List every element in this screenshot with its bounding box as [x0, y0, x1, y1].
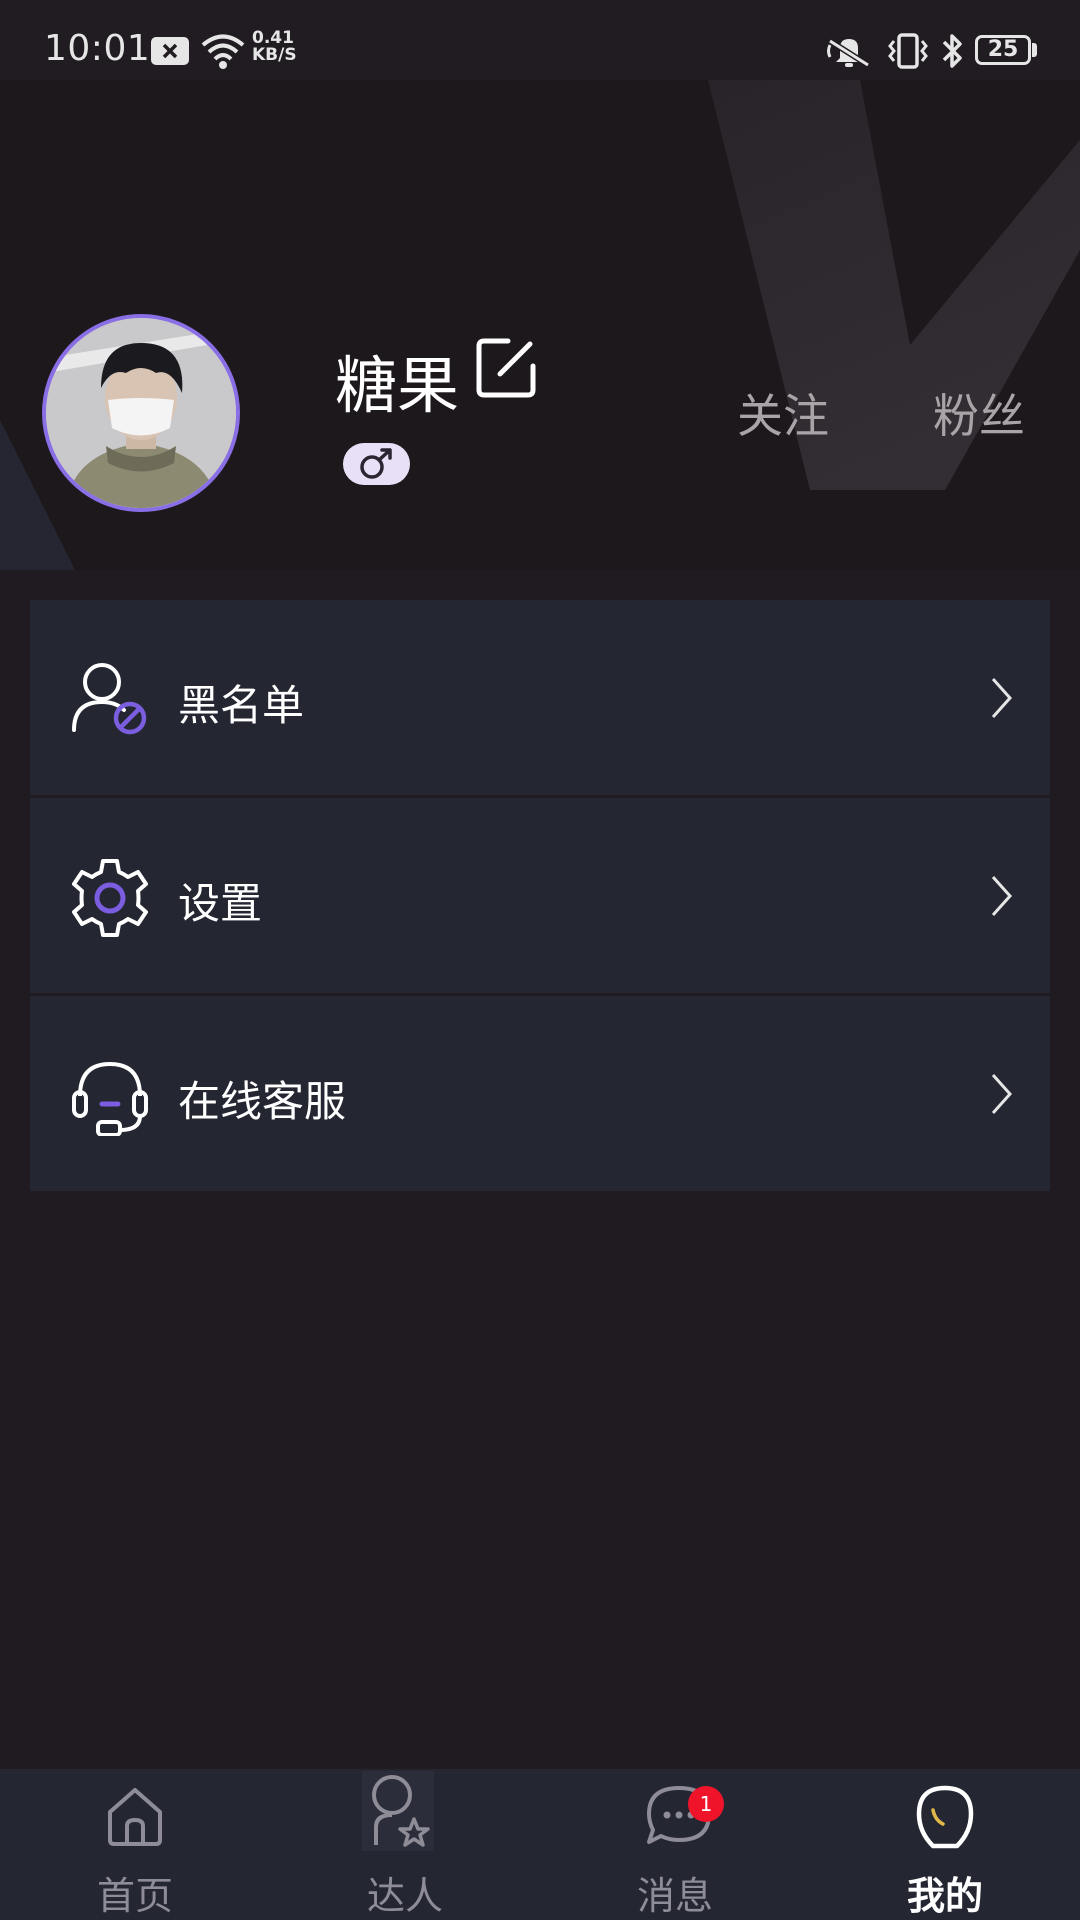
- headset-icon: [72, 1061, 148, 1136]
- nav-item-messages[interactable]: 消息: [540, 1769, 810, 1920]
- menu-item-blacklist[interactable]: 黑名单: [30, 600, 1050, 795]
- menu-item-settings[interactable]: 设置: [30, 798, 1050, 993]
- notification-icon: [151, 37, 189, 65]
- nav-item-home[interactable]: 首页: [0, 1769, 270, 1920]
- fans-button[interactable]: 粉丝: [933, 380, 1025, 446]
- chevron-right-icon: [991, 677, 1013, 719]
- menu-label: 黑名单: [178, 681, 305, 730]
- nav-label: 达人: [366, 1874, 443, 1918]
- gear-icon: [72, 859, 148, 937]
- edit-icon[interactable]: [474, 336, 538, 400]
- avatar[interactable]: [42, 314, 240, 512]
- profile-header: 糖果 关注 粉丝: [0, 80, 1080, 570]
- nav-label: 消息: [636, 1874, 713, 1918]
- male-icon: [360, 448, 392, 479]
- battery-cap: [1032, 43, 1037, 57]
- battery-level: 25: [987, 37, 1019, 62]
- nav-item-me[interactable]: 我的: [810, 1769, 1080, 1920]
- username: 糖果: [335, 349, 460, 422]
- menu-label: 在线客服: [178, 1077, 347, 1126]
- nav-label: 我的: [906, 1874, 983, 1918]
- status-bar: 10:01 0.41 KB/S 25: [0, 0, 1080, 80]
- chevron-right-icon: [991, 875, 1013, 917]
- bottom-nav: 首页 达人 消息 我的: [0, 1769, 1080, 1920]
- chevron-right-icon: [991, 1073, 1013, 1115]
- network-speed-unit: KB/S: [252, 45, 297, 65]
- menu-item-customer-service[interactable]: 在线客服: [30, 996, 1050, 1191]
- message-badge: 1: [688, 1786, 724, 1822]
- avatar-photo: [46, 318, 236, 508]
- profile-screen: 10:01 0.41 KB/S 25 糖果 关注 粉丝 黑名单 设置 在线客服 …: [0, 0, 1080, 1920]
- network-speed: 0.41 KB/S: [252, 30, 297, 64]
- menu-label: 设置: [178, 879, 263, 928]
- follow-button[interactable]: 关注: [737, 380, 829, 446]
- nav-label: 首页: [96, 1874, 173, 1918]
- mute-bell-icon: [827, 38, 870, 68]
- gender-badge: [343, 443, 410, 485]
- home-icon: [108, 1788, 162, 1846]
- user-star-icon: [362, 1771, 434, 1851]
- status-time: 10:01: [44, 28, 151, 69]
- vibrate-icon: [888, 33, 928, 69]
- me-icon: [916, 1785, 974, 1849]
- nav-item-talent[interactable]: 达人: [270, 1769, 540, 1920]
- bluetooth-icon: [942, 34, 962, 68]
- wifi-icon: [201, 34, 245, 69]
- user-block-icon: [72, 663, 147, 735]
